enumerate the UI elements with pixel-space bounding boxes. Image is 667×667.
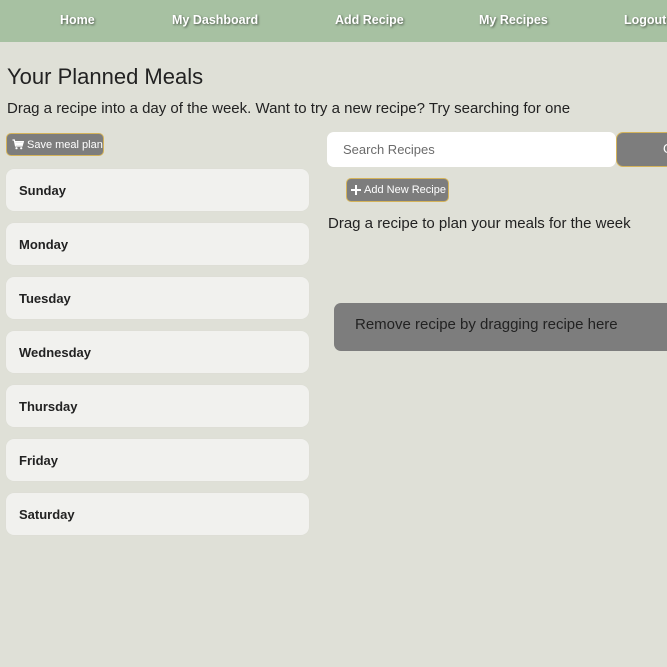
nav-my-recipes-link[interactable]: My Recipes	[479, 13, 548, 27]
day-card-wednesday[interactable]: Wednesday	[6, 331, 309, 373]
nav-add-recipe-link[interactable]: Add Recipe	[335, 13, 404, 27]
page-subtitle: Drag a recipe into a day of the week. Wa…	[7, 100, 571, 117]
save-meal-plan-button[interactable]: Save meal plan	[6, 133, 104, 156]
remove-zone-label: Remove recipe by dragging recipe here	[355, 316, 618, 333]
nav-dashboard-link[interactable]: My Dashboard	[172, 13, 258, 27]
remove-recipe-drop-zone[interactable]: Remove recipe by dragging recipe here	[334, 303, 667, 351]
cart-icon	[12, 139, 24, 150]
day-label: Thursday	[19, 399, 78, 414]
add-new-recipe-label: Add New Recipe	[364, 184, 446, 196]
navbar: Home My Dashboard Add Recipe My Recipes …	[0, 0, 667, 42]
plus-icon	[351, 185, 361, 195]
day-label: Wednesday	[19, 345, 92, 360]
day-label: Monday	[19, 237, 69, 252]
day-card-sunday[interactable]: Sunday	[6, 169, 309, 211]
day-card-saturday[interactable]: Saturday	[6, 493, 309, 535]
search-button[interactable]: G	[616, 132, 667, 167]
day-card-thursday[interactable]: Thursday	[6, 385, 309, 427]
day-label: Sunday	[19, 183, 66, 198]
search-input[interactable]	[327, 132, 616, 167]
day-card-friday[interactable]: Friday	[6, 439, 309, 481]
nav-home-link[interactable]: Home	[60, 13, 95, 27]
day-card-monday[interactable]: Monday	[6, 223, 309, 265]
day-card-tuesday[interactable]: Tuesday	[6, 277, 309, 319]
day-label: Friday	[19, 453, 59, 468]
add-new-recipe-button[interactable]: Add New Recipe	[346, 178, 449, 202]
save-meal-plan-label: Save meal plan	[27, 138, 103, 151]
nav-logout-link[interactable]: Logout	[624, 13, 666, 27]
day-label: Saturday	[19, 507, 75, 522]
page-title: Your Planned Meals	[7, 64, 204, 89]
recipe-drag-hint: Drag a recipe to plan your meals for the…	[328, 215, 631, 232]
day-label: Tuesday	[19, 291, 71, 306]
